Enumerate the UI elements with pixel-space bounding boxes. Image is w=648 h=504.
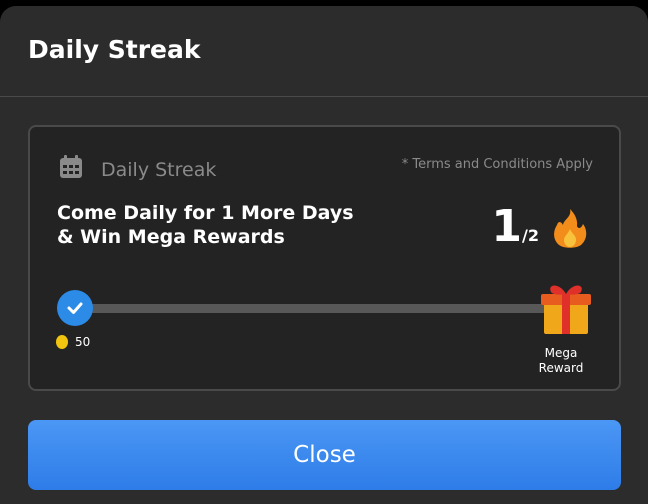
mega-reward-line1: Mega xyxy=(544,346,578,360)
streak-message-line2: & Win Mega Rewards xyxy=(57,226,285,248)
calendar-icon xyxy=(60,155,82,178)
flame-icon xyxy=(554,209,587,248)
terms-link[interactable]: * Terms and Conditions Apply xyxy=(402,157,593,172)
mega-reward-label: Mega Reward xyxy=(531,346,591,376)
day1-check xyxy=(57,290,93,326)
streak-progress-track xyxy=(74,304,552,313)
modal-title: Daily Streak xyxy=(28,35,201,64)
streak-message: Come Daily for 1 More Days & Win Mega Re… xyxy=(57,201,354,249)
coin-icon xyxy=(56,335,68,349)
modal-header: Daily Streak xyxy=(0,6,648,97)
close-button[interactable]: Close xyxy=(28,420,621,490)
card-label: Daily Streak xyxy=(101,159,217,181)
streak-counter: 1/2 xyxy=(491,201,539,253)
daily-streak-modal: Daily Streak Daily Streak * Terms and Co… xyxy=(0,6,648,504)
streak-message-line1: Come Daily for 1 More Days xyxy=(57,202,354,224)
day1-reward-value: 50 xyxy=(75,335,91,349)
check-icon xyxy=(67,302,83,314)
streak-card: Daily Streak * Terms and Conditions Appl… xyxy=(28,125,621,391)
streak-total: /2 xyxy=(522,226,539,245)
mega-reward-line2: Reward xyxy=(538,361,584,375)
gift-icon xyxy=(541,285,591,334)
streak-current: 1 xyxy=(491,201,523,252)
